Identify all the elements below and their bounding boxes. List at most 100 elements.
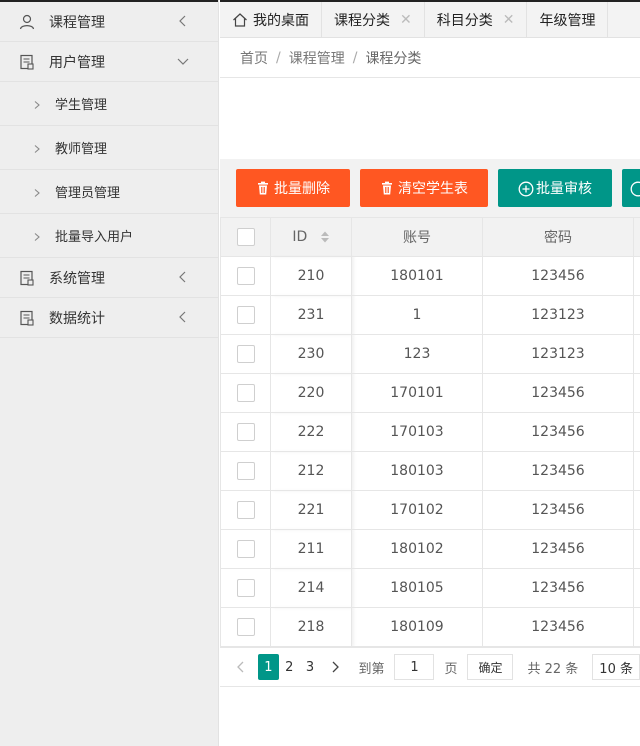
page-3-button[interactable]: 3 <box>300 654 321 680</box>
cell-overflow <box>633 568 640 608</box>
clear-students-button[interactable]: 清空学生表 <box>360 169 488 207</box>
table-row: 214 180105 123456 <box>220 568 640 608</box>
row-checkbox[interactable] <box>236 618 255 636</box>
sidebar-item-course[interactable]: 课程管理 <box>0 2 218 42</box>
tab-grade-management[interactable]: 年级管理 <box>527 2 609 37</box>
chevron-down-icon <box>176 54 190 68</box>
button-label: 清空学生表 <box>398 181 468 197</box>
cell-password: 123123 <box>482 295 634 335</box>
sidebar-subitem-students[interactable]: 学生管理 <box>0 82 218 126</box>
cell-overflow <box>633 607 640 647</box>
row-checkbox[interactable] <box>236 384 255 402</box>
sidebar-item-users[interactable]: 用户管理 <box>0 42 218 82</box>
row-checkbox[interactable] <box>236 423 255 441</box>
batch-delete-button[interactable]: 批量删除 <box>236 169 350 207</box>
confirm-button[interactable]: 确定 <box>467 654 514 680</box>
cell-account: 180101 <box>351 256 483 296</box>
row-checkbox[interactable] <box>236 267 255 285</box>
chevron-right-icon <box>32 99 42 109</box>
row-check-cell <box>220 295 271 335</box>
column-header-label: 密码 <box>544 230 572 246</box>
table-row: 218 180109 123456 <box>220 607 640 647</box>
tab-label: 年级管理 <box>539 12 596 29</box>
cell-overflow <box>633 490 640 530</box>
action-toolbar: 批量删除 清空学生表 批量审核 <box>220 159 640 217</box>
document-icon <box>18 53 36 71</box>
tab-subject-category[interactable]: 科目分类 ✕ <box>425 2 528 37</box>
batch-review-button[interactable]: 批量审核 <box>498 169 612 207</box>
sidebar-subitem-teachers[interactable]: 教师管理 <box>0 126 218 170</box>
chevron-right-icon <box>32 143 42 153</box>
cell-password: 123456 <box>482 529 634 569</box>
cell-account: 1 <box>351 295 483 335</box>
sidebar-subitem-admins[interactable]: 管理员管理 <box>0 170 218 214</box>
row-check-cell <box>220 607 271 647</box>
cell-id: 211 <box>270 529 352 569</box>
chevron-left-icon <box>176 14 190 28</box>
breadcrumb-course-management[interactable]: 课程管理 <box>289 48 345 68</box>
cell-account: 170102 <box>351 490 483 530</box>
sidebar-subitem-label: 管理员管理 <box>55 186 121 201</box>
row-checkbox[interactable] <box>236 579 255 597</box>
table-row: 220 170101 123456 <box>220 373 640 413</box>
cell-id: 230 <box>270 334 352 374</box>
cell-password: 123456 <box>482 490 634 530</box>
sidebar-subitem-label: 批量导入用户 <box>55 230 134 245</box>
sidebar-item-label: 系统管理 <box>49 270 105 287</box>
close-icon[interactable]: ✕ <box>503 12 515 28</box>
tab-course-category[interactable]: 课程分类 ✕ <box>322 2 425 37</box>
row-check-cell <box>220 490 271 530</box>
row-checkbox[interactable] <box>236 345 255 363</box>
breadcrumb: 首页 / 课程管理 / 课程分类 <box>220 38 640 78</box>
breadcrumb-separator: / <box>276 49 281 66</box>
user-icon <box>18 13 36 31</box>
cell-password: 123456 <box>482 373 634 413</box>
breadcrumb-separator: / <box>352 49 358 66</box>
row-checkbox[interactable] <box>236 501 255 519</box>
tab-desktop[interactable]: 我的桌面 <box>220 2 322 37</box>
row-checkbox[interactable] <box>236 306 255 324</box>
close-icon[interactable]: ✕ <box>400 12 412 28</box>
chevron-right-icon[interactable] <box>328 660 342 674</box>
more-action-button[interactable] <box>622 169 640 207</box>
select-all-cell <box>220 217 271 257</box>
column-header-label: ID <box>292 229 308 245</box>
trash-icon <box>256 181 270 195</box>
chevron-left-icon[interactable] <box>234 660 248 674</box>
page-size-select[interactable]: 10 条 <box>592 654 640 680</box>
sidebar-subitem-import-users[interactable]: 批量导入用户 <box>0 214 218 258</box>
row-checkbox[interactable] <box>236 462 255 480</box>
cell-password: 123456 <box>482 568 634 608</box>
sidebar-item-system[interactable]: 系统管理 <box>0 258 218 298</box>
page-2-button[interactable]: 2 <box>279 654 300 680</box>
cell-id: 222 <box>270 412 352 452</box>
column-header-id[interactable]: ID <box>270 217 352 257</box>
goto-page-input[interactable] <box>394 654 435 680</box>
sidebar-item-statistics[interactable]: 数据统计 <box>0 298 218 338</box>
goto-label: 到第 <box>358 661 385 677</box>
cell-id: 210 <box>270 256 352 296</box>
table-body: 210 180101 123456 231 1 123123 230 123 1… <box>220 256 640 647</box>
table-row: 210 180101 123456 <box>220 256 640 296</box>
document-icon <box>18 309 36 327</box>
cell-overflow <box>633 334 640 374</box>
column-header-overflow <box>633 217 640 257</box>
cell-id: 221 <box>270 490 352 530</box>
cell-id: 220 <box>270 373 352 413</box>
chevron-right-icon <box>32 187 42 197</box>
breadcrumb-home[interactable]: 首页 <box>240 48 268 68</box>
page-1-button[interactable]: 1 <box>258 654 279 680</box>
row-check-cell <box>220 568 271 608</box>
button-label: 批量删除 <box>274 181 330 197</box>
cell-overflow <box>633 373 640 413</box>
button-label: 批量审核 <box>536 181 592 197</box>
row-check-cell <box>220 529 271 569</box>
select-all-checkbox[interactable] <box>236 228 255 246</box>
chevron-right-icon <box>32 231 42 241</box>
column-header-label: 账号 <box>403 230 431 246</box>
table-row: 231 1 123123 <box>220 295 640 335</box>
row-checkbox[interactable] <box>236 540 255 558</box>
sort-icon[interactable] <box>320 230 330 244</box>
cell-password: 123456 <box>482 256 634 296</box>
cell-account: 180109 <box>351 607 483 647</box>
